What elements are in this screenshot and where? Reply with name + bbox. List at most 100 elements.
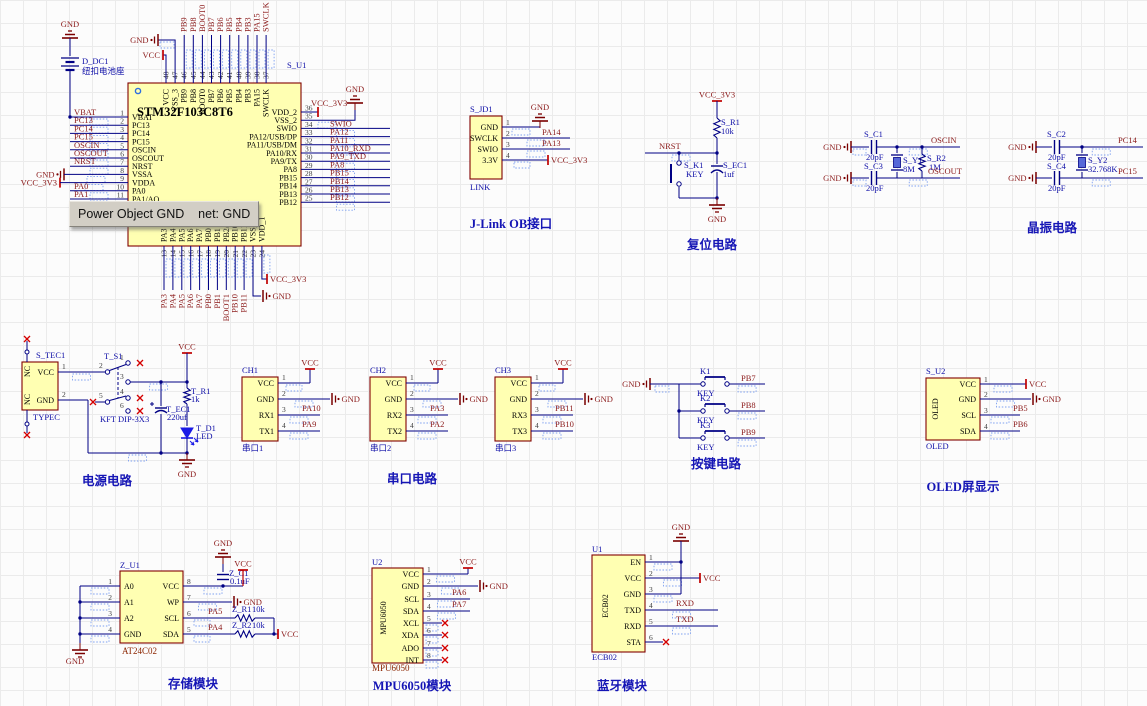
power-label[interactable]: VCC	[1029, 379, 1047, 389]
power-flag[interactable]: VCC_3V3	[267, 274, 306, 284]
gnd-label[interactable]: GND	[1008, 142, 1026, 152]
gnd-symbol[interactable]: GND	[130, 34, 158, 46]
power-label[interactable]: VCC_3V3	[551, 155, 587, 165]
gnd-label[interactable]: GND	[708, 214, 726, 224]
power-label[interactable]: VCC	[301, 358, 319, 368]
led[interactable]: T_D1LED	[181, 423, 216, 445]
battery-designator[interactable]: D_DC1	[82, 56, 108, 66]
mpu6050-module[interactable]: U2MPU6050MPU6050VCC1VCCGND2GNDSCL3PA6SDA…	[372, 557, 508, 694]
net-label[interactable]: PB9	[741, 427, 756, 437]
net-label[interactable]: OSCIN	[931, 135, 957, 145]
schematic-svg[interactable]: S_U1STM32F103C8T6VBAT1VBATPC132PC13PC143…	[0, 0, 1147, 706]
power-flag[interactable]: VCC_3V3	[548, 155, 587, 165]
bluetooth-module[interactable]: U1ECB02ECB02GNDEN1VCC2VCCGND3TXD4RXDRXD5…	[592, 522, 721, 693]
net-label[interactable]: PB11	[239, 294, 249, 313]
net-label[interactable]: RXD	[676, 598, 694, 608]
designator[interactable]: S_U2	[926, 366, 945, 376]
net-label[interactable]: PA1	[74, 189, 88, 199]
power-flag[interactable]: VCC	[700, 573, 721, 583]
power-label[interactable]: VCC_3V3	[699, 90, 735, 100]
gnd-label[interactable]: GND	[346, 84, 364, 94]
gnd-symbol[interactable]: GND	[1008, 141, 1036, 153]
gnd-label[interactable]: GND	[61, 19, 79, 29]
jlink-module[interactable]: S_JD1LINKGND1GNDSWCLK2PA14SWIO3PA133.3V4…	[470, 102, 588, 231]
gnd-label[interactable]: GND	[66, 656, 84, 666]
net-label[interactable]: PA4	[208, 622, 223, 632]
battery[interactable]: GNDD_DC1纽扣电池座	[61, 19, 125, 117]
gnd-symbol[interactable]	[72, 643, 88, 657]
net-label[interactable]: PB10	[555, 419, 574, 429]
power-label[interactable]: VCC	[703, 573, 721, 583]
power-flag[interactable]: VCC	[178, 342, 196, 354]
power-flag[interactable]: VCC	[554, 358, 572, 370]
net-label[interactable]: TXD	[676, 614, 693, 624]
reset-circuit[interactable]: VCC_3V3S_R110kNRSTS_K1KEYS_EC11ufGND复位电路	[645, 90, 747, 253]
power-flag[interactable]: VCC_3V3	[21, 178, 60, 188]
net-label[interactable]: PA7	[452, 599, 466, 609]
gnd-symbol[interactable]: GND	[346, 84, 364, 110]
power-flag[interactable]: VCC	[1026, 379, 1047, 389]
net-label[interactable]: PC15	[1118, 166, 1137, 176]
net-label[interactable]: PC14	[1118, 135, 1138, 145]
net-label[interactable]: SWCLK	[261, 1, 271, 32]
gnd-symbol[interactable]: GND	[178, 453, 196, 479]
gnd-symbol[interactable]: GND	[622, 378, 650, 390]
power-circuit[interactable]: S_TEC1TYPECVCCGNDNCNC12T_S1KFT DIP-3X312…	[22, 336, 216, 488]
gnd-label[interactable]: GND	[130, 35, 148, 45]
net-label[interactable]: PB5	[1013, 403, 1028, 413]
power-label[interactable]: VCC	[178, 342, 196, 352]
serial-port-CH1[interactable]: CH1串口1VCC1VCCGND2GNDRX13PA10TX14PA9	[242, 358, 360, 454]
power-flag[interactable]: VCC	[301, 358, 319, 370]
crystal-circuit[interactable]: GNDS_C120pFOSCINS_Y18MS_R21MGNDS_C320pFO…	[823, 129, 1143, 235]
gnd-symbol[interactable]: GND	[263, 290, 291, 302]
designator[interactable]: CH2	[370, 365, 386, 375]
gnd-label[interactable]: GND	[178, 469, 196, 479]
designator[interactable]: Z_U1	[120, 560, 140, 570]
designator[interactable]: K1	[700, 366, 710, 376]
slide-switch[interactable]: T_S1KFT DIP-3X3123456	[90, 351, 149, 424]
gnd-label[interactable]: GND	[672, 522, 690, 532]
gnd-label[interactable]: GND	[823, 142, 841, 152]
gnd-symbol[interactable]: GND	[460, 393, 488, 405]
gnd-symbol[interactable]: GND	[214, 538, 232, 564]
power-label[interactable]: VCC	[459, 557, 477, 567]
key-K3[interactable]: K3KEYPB9	[679, 420, 765, 452]
gnd-symbol[interactable]: GND	[480, 580, 508, 592]
net-label[interactable]: PA10	[302, 403, 321, 413]
gnd-label[interactable]: GND	[490, 581, 508, 591]
gnd-symbol[interactable]: GND	[1033, 393, 1061, 405]
net-label[interactable]: PB6	[1013, 419, 1028, 429]
gnd-symbol[interactable]: GND	[585, 393, 613, 405]
gnd-symbol[interactable]: GND	[708, 198, 726, 224]
gnd-symbol[interactable]: GND	[531, 102, 549, 128]
crystal-body[interactable]	[894, 158, 901, 168]
net-label[interactable]: PA9	[302, 419, 316, 429]
power-flag[interactable]: VCC_3V3	[311, 98, 347, 117]
designator[interactable]: S_JD1	[470, 104, 493, 114]
net-label[interactable]: PA6	[452, 587, 466, 597]
power-flag[interactable]: VCC_3V3	[699, 90, 735, 102]
gnd-label[interactable]: GND	[823, 173, 841, 183]
designator[interactable]: CH1	[242, 365, 258, 375]
gnd-label[interactable]: GND	[531, 102, 549, 112]
net-label[interactable]: OSCOUT	[928, 166, 963, 176]
key-K1[interactable]: K1KEYPB7	[679, 366, 765, 398]
designator[interactable]: K3	[700, 420, 710, 430]
net-label[interactable]: NRST	[659, 141, 682, 151]
power-flag[interactable]: VCC	[234, 559, 252, 571]
designator[interactable]: U1	[592, 544, 602, 554]
net-label[interactable]: PB11	[555, 403, 574, 413]
net-label[interactable]: PB12	[330, 192, 349, 202]
serial-port-CH2[interactable]: CH2串口2VCC1VCCGND2GNDRX23PA3TX24PA2	[370, 358, 488, 454]
designator[interactable]: K2	[700, 393, 710, 403]
net-label[interactable]: PA13	[542, 138, 561, 148]
power-label[interactable]: VCC	[234, 559, 252, 569]
power-label[interactable]: VCC	[143, 50, 161, 60]
storage-module[interactable]: Z_U1AT24C02A01A12A23GND4GNDVCC8WP7SCL6SD…	[66, 538, 299, 691]
power-label[interactable]: VCC	[554, 358, 572, 368]
gnd-label[interactable]: GND	[1008, 173, 1026, 183]
gnd-label[interactable]: GND	[622, 379, 640, 389]
schematic-canvas[interactable]: S_U1STM32F103C8T6VBAT1VBATPC132PC13PC143…	[0, 0, 1147, 706]
gnd-symbol[interactable]: GND	[823, 172, 851, 184]
net-label[interactable]: PA3	[430, 403, 444, 413]
